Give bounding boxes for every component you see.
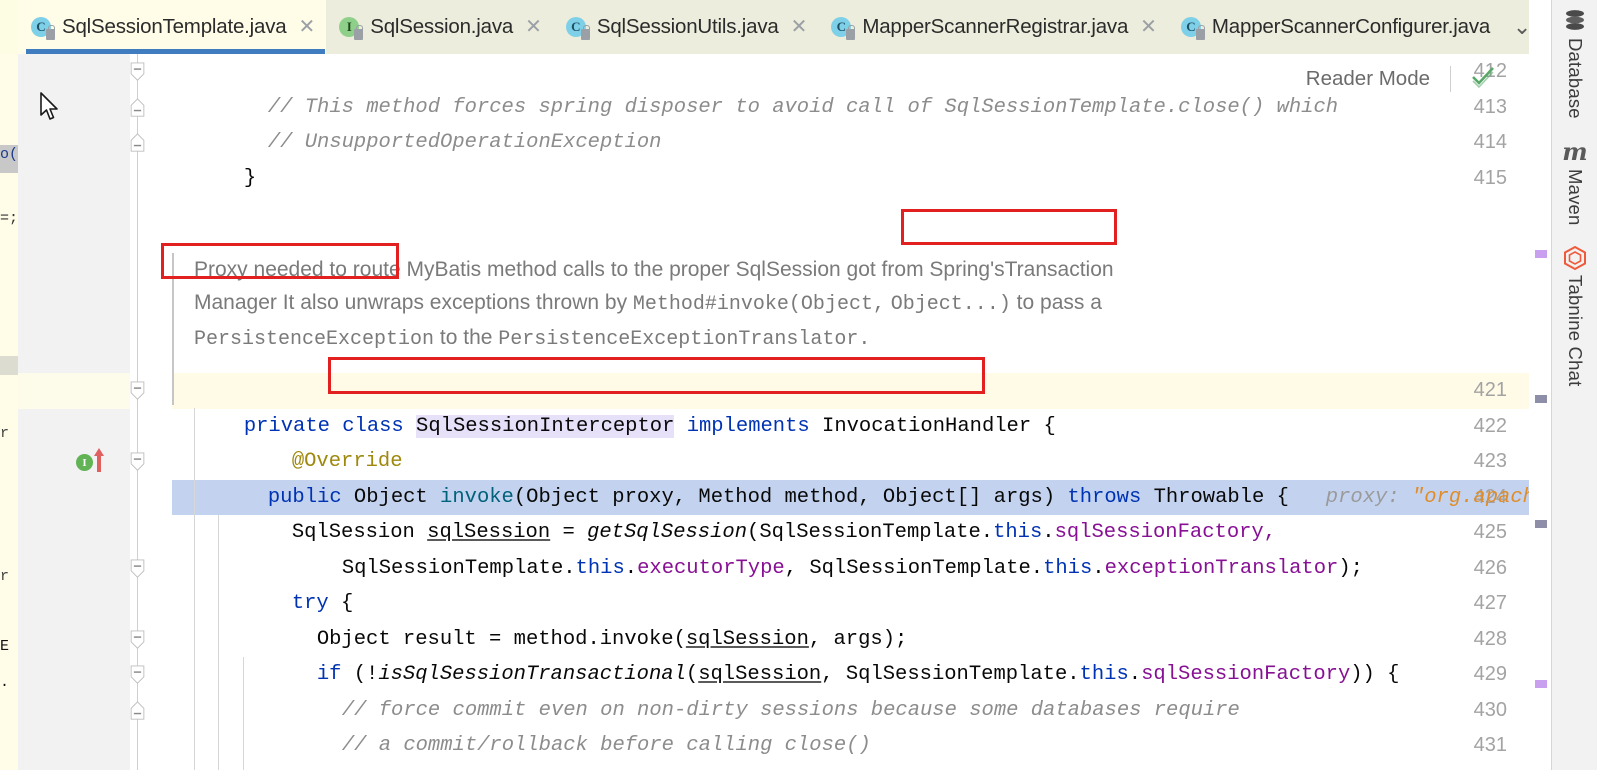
tool-window-database[interactable]: Database — [1552, 6, 1597, 119]
inspections-ok-check-icon[interactable] — [1451, 62, 1497, 95]
fold-marker-icon[interactable] — [129, 381, 146, 401]
javadoc-seg-9: to the — [434, 326, 493, 349]
tab-label: MapperScannerConfigurer.java — [1211, 15, 1491, 38]
editor-tab-mapperscannerregistrar[interactable]: C MapperScannerRegistrar.java ✕ — [818, 0, 1168, 54]
line-number: 415 — [1473, 166, 1507, 189]
tool-window-label: Maven — [1565, 168, 1586, 226]
line-number: 425 — [1473, 521, 1507, 543]
stripe-marker-change[interactable] — [1535, 520, 1547, 528]
javadoc-seg-7: to pass a — [1010, 291, 1102, 314]
close-icon[interactable]: ✕ — [521, 17, 542, 37]
background-editor-sliver: o( =; r r E . — [0, 0, 18, 770]
java-class-icon: C — [1180, 16, 1205, 40]
tab-label: SqlSession.java — [370, 15, 514, 38]
code-line-427[interactable]: Object result = method.invoke(sqlSession… — [243, 586, 908, 651]
code-line-424[interactable]: SqlSession sqlSession = getSqlSession(Sq… — [218, 480, 1276, 544]
code-line-430[interactable]: // a commit/rollback before calling clos… — [268, 693, 871, 757]
line-number: 427 — [1473, 592, 1507, 614]
code-line-431[interactable]: sqlSession.commit( force: true); — [268, 728, 710, 770]
tool-window-label: Database — [1565, 38, 1586, 119]
javadoc-seg-5: Method#invoke(Object, — [632, 293, 885, 316]
code-editor[interactable]: 412 413 414 415 421 422 423 424 425 426 … — [18, 54, 1529, 770]
fold-marker-icon[interactable] — [129, 630, 146, 650]
debugger-inline-hint-value: "org.apache.i — [1411, 485, 1529, 509]
ide-window: o( =; r r E . C SqlSessionTemplate.java … — [0, 0, 1597, 770]
line-number: 422 — [1473, 414, 1507, 437]
fold-marker-icon[interactable] — [129, 701, 146, 721]
stripe-marker-usage[interactable] — [1535, 680, 1547, 688]
editor-gutter[interactable] — [18, 54, 130, 770]
editor-tab-sqlsessiontemplate[interactable]: C SqlSessionTemplate.java ✕ — [18, 0, 327, 54]
database-icon — [1562, 6, 1588, 36]
fold-marker-icon[interactable] — [129, 665, 146, 685]
editor-tab-sqlsession[interactable]: I SqlSession.java ✕ — [326, 0, 553, 54]
debugger-inline-hint-label: proxy: — [1325, 485, 1400, 509]
tab-label: SqlSessionTemplate.java — [62, 15, 287, 38]
override-arrow-icon[interactable] — [92, 446, 106, 474]
close-icon[interactable]: ✕ — [294, 17, 315, 37]
java-class-icon: C — [831, 16, 856, 40]
line-number: 426 — [1473, 556, 1507, 579]
stripe-marker-change[interactable] — [1535, 395, 1547, 403]
code-line-432[interactable]: } — [243, 764, 329, 770]
right-tool-window-bar[interactable]: Database m Maven Tabnine Chat — [1551, 0, 1597, 770]
tool-window-tabnine-chat[interactable]: Tabnine Chat — [1552, 243, 1597, 387]
tab-label: MapperScannerRegistrar.java — [862, 15, 1129, 38]
code-line-421[interactable]: private class SqlSessionInterceptor impl… — [170, 373, 1056, 438]
fold-marker-icon[interactable] — [129, 133, 146, 153]
java-interface-icon: I — [339, 16, 364, 40]
tool-window-maven[interactable]: m Maven — [1552, 137, 1597, 226]
error-stripe-scrollbar[interactable] — [1533, 54, 1551, 770]
javadoc-seg-11: . — [858, 328, 871, 351]
java-class-icon: C — [565, 16, 590, 40]
code-line-423[interactable]: public Object invoke(Object proxy, Metho… — [194, 444, 1529, 509]
line-number: 421 — [1473, 379, 1507, 401]
code-line-426[interactable]: try { — [218, 551, 354, 615]
javadoc-seg-8: PersistenceException — [194, 328, 435, 351]
close-icon[interactable]: ✕ — [1136, 17, 1157, 37]
javadoc-seg-10: PersistenceExceptionTranslator — [498, 328, 859, 351]
editor-tab-sqlsessionutils[interactable]: C SqlSessionUtils.java ✕ — [553, 0, 819, 54]
javadoc-seg-4: It also unwraps exceptions thrown by — [276, 291, 633, 314]
selected-identifier: SqlSessionInterceptor — [416, 414, 675, 438]
reader-mode-banner[interactable]: Reader Mode — [1306, 62, 1497, 95]
implementing-method-icon[interactable]: I — [76, 454, 93, 471]
code-line-422[interactable]: @Override — [218, 409, 403, 473]
fold-marker-icon[interactable] — [129, 452, 146, 472]
tabnine-icon — [1562, 243, 1588, 273]
line-number: 429 — [1473, 663, 1507, 685]
maven-icon: m — [1562, 137, 1588, 167]
reader-mode-label: Reader Mode — [1305, 66, 1430, 90]
fold-marker-icon[interactable] — [129, 98, 146, 118]
code-line-425[interactable]: SqlSessionTemplate.this.executorType, Sq… — [268, 515, 1363, 580]
javadoc-seg-2-boxed: got from Spring's — [846, 258, 1005, 281]
editor-tab-bar[interactable]: C SqlSessionTemplate.java ✕ I SqlSession… — [18, 0, 1529, 54]
close-icon[interactable]: ✕ — [787, 17, 808, 37]
code-line-413[interactable]: // UnsupportedOperationException — [194, 90, 662, 154]
fold-region-line — [137, 54, 138, 770]
javadoc-text: Proxy needed to route MyBatis method cal… — [194, 253, 1154, 356]
line-number: 414 — [1473, 131, 1507, 153]
tab-list-chevron-icon[interactable]: ⌄ — [1501, 0, 1529, 54]
fold-marker-icon[interactable] — [129, 559, 146, 579]
line-number: 431 — [1473, 734, 1507, 756]
fold-marker-icon[interactable] — [129, 62, 146, 82]
line-number: 428 — [1473, 627, 1507, 650]
code-line-414[interactable]: } — [170, 125, 256, 190]
editor-tab-mapperscannerconfigurer[interactable]: C MapperScannerConfigurer.java — [1168, 0, 1501, 54]
tool-window-label: Tabnine Chat — [1565, 275, 1586, 387]
code-line-429[interactable]: // force commit even on non-dirty sessio… — [268, 657, 1240, 722]
javadoc-seg-1: Proxy needed to route MyBatis method cal… — [194, 258, 847, 281]
tab-label: SqlSessionUtils.java — [596, 15, 779, 38]
stripe-marker-usage[interactable] — [1535, 250, 1547, 258]
mouse-cursor — [40, 92, 58, 120]
java-class-icon: C — [31, 16, 55, 40]
code-line-428[interactable]: if (!isSqlSessionTransactional(sqlSessio… — [243, 622, 1400, 686]
line-number: 430 — [1473, 698, 1507, 721]
code-line-412[interactable]: // This method forces spring disposer to… — [194, 54, 1338, 119]
javadoc-seg-6: Object...) — [890, 293, 1011, 316]
